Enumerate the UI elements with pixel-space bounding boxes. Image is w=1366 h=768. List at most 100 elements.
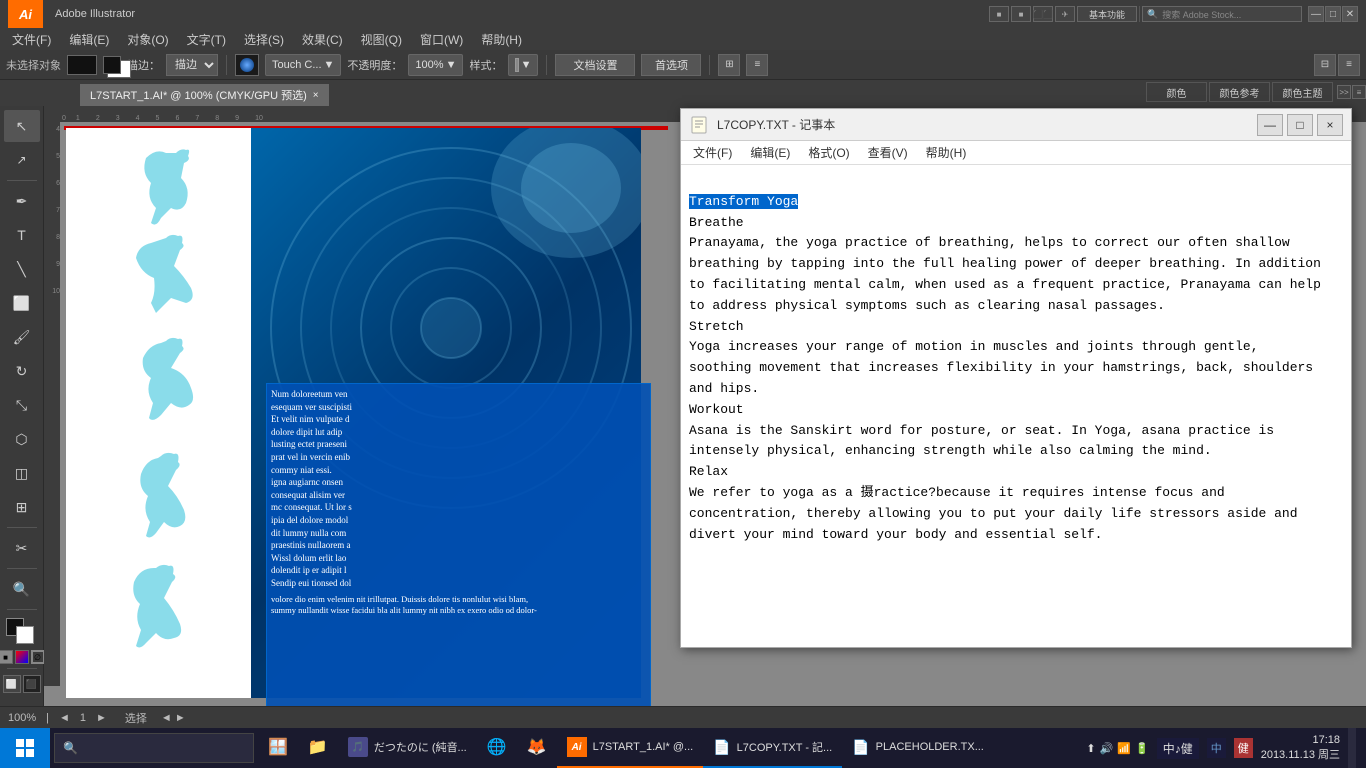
notepad-controls: — □ × — [1257, 114, 1343, 136]
doc-settings-btn[interactable]: 文档设置 — [555, 54, 635, 76]
color-swatches[interactable] — [6, 618, 38, 646]
taskbar-item-firefox[interactable]: 🦊 — [517, 728, 557, 768]
color-panel-btn[interactable]: 颜色 — [1146, 82, 1207, 102]
tool-mesh[interactable]: ⊞ — [4, 491, 40, 523]
tool-direct-select[interactable]: ↗ — [4, 144, 40, 176]
stroke-control[interactable] — [103, 56, 121, 74]
text-line-10: mc consequat. Ut lor s — [271, 501, 646, 514]
normal-mode-btn[interactable]: ⬜ — [3, 675, 21, 693]
tray-icon-4[interactable]: 🔋 — [1135, 742, 1149, 755]
align-icon[interactable]: ≡ — [746, 54, 768, 76]
menu-file[interactable]: 文件(F) — [4, 29, 59, 50]
tool-paintbrush[interactable]: 🖌 — [4, 321, 40, 353]
plugin-icon-2[interactable]: ■ — [1011, 6, 1031, 22]
fill-none-btn[interactable]: ∅ — [31, 650, 45, 664]
panels-menu[interactable]: ≡ — [1352, 85, 1366, 99]
text-box-content: Num doloreetum ven esequam ver suscipist… — [267, 384, 650, 621]
tool-blend[interactable]: ⬡ — [4, 423, 40, 455]
fill-color-btn[interactable]: ■ — [0, 650, 13, 664]
color-theme-panel-btn[interactable]: 颜色主题 — [1272, 82, 1333, 102]
taskbar-item-ie[interactable]: 🌐 — [477, 728, 517, 768]
arrange-icon[interactable]: ⊞ — [718, 54, 740, 76]
color-ref-panel-btn[interactable]: 颜色参考 — [1209, 82, 1270, 102]
restore-btn[interactable]: □ — [1325, 6, 1341, 22]
menu-effect[interactable]: 效果(C) — [294, 29, 351, 50]
tool-sep-5 — [7, 668, 37, 669]
style-control[interactable]: ▼ — [508, 54, 538, 76]
style-label: 样式： — [469, 57, 502, 73]
panels-expand[interactable]: >> — [1337, 85, 1351, 99]
plugin-icon-1[interactable]: ■ — [989, 6, 1009, 22]
screen-mode-btn[interactable]: ⬛ — [23, 675, 41, 693]
tool-pen[interactable]: ✒ — [4, 185, 40, 217]
tab-close-btn[interactable]: × — [313, 90, 319, 101]
menu-help[interactable]: 帮助(H) — [473, 29, 530, 50]
taskbar-item-cortana[interactable]: 🪟 — [258, 728, 298, 768]
minimize-btn[interactable]: — — [1308, 6, 1324, 22]
toggle-icon-1[interactable]: ⊟ — [1314, 54, 1336, 76]
tool-rotate[interactable]: ↻ — [4, 355, 40, 387]
tool-zoom[interactable]: 🔍 — [4, 573, 40, 605]
taskbar-item-illustrator[interactable]: Ai L7START_1.AI* @... — [557, 728, 704, 768]
pranayama-text: Pranayama, the yoga practice of breathin… — [689, 235, 1321, 312]
ai-titlebar: Ai Adobe Illustrator ■ ■ ⬛⬛ ✈ 基本功能 🔍 搜索 … — [0, 0, 1366, 28]
menu-view[interactable]: 视图(Q) — [353, 29, 410, 50]
nav-next[interactable]: ► — [96, 712, 107, 724]
taskbar-item-notepad-l7[interactable]: 📄 L7COPY.TXT - 記... — [703, 728, 842, 768]
stroke-select[interactable]: 描边 — [166, 54, 218, 76]
menu-window[interactable]: 窗口(W) — [412, 29, 471, 50]
ime-mode[interactable]: 健 — [1234, 738, 1253, 758]
ime-lang[interactable]: 中 — [1207, 738, 1226, 758]
tool-rect[interactable]: ⬜ — [4, 287, 40, 319]
plugin-icon-4[interactable]: ✈ — [1055, 6, 1075, 22]
ime-indicator[interactable]: 中♪健 — [1157, 738, 1199, 759]
close-btn[interactable]: ✕ — [1342, 6, 1358, 22]
notepad-menu-edit[interactable]: 编辑(E) — [742, 142, 798, 163]
notepad-menu-format[interactable]: 格式(O) — [800, 142, 857, 163]
menu-edit[interactable]: 编辑(E) — [61, 29, 117, 50]
tray-icon-1[interactable]: ⬆ — [1086, 742, 1095, 755]
tool-select[interactable]: ↖ — [4, 110, 40, 142]
menu-object[interactable]: 对象(O) — [119, 29, 176, 50]
tray-icon-3[interactable]: 📶 — [1117, 742, 1131, 755]
taskbar-item-music[interactable]: 🎵 だつたのに (純音... — [338, 728, 477, 768]
nav-arrows[interactable]: ◄ ► — [161, 712, 186, 724]
notepad-content[interactable]: Transform Yoga Breathe Pranayama, the yo… — [681, 165, 1351, 647]
tool-type[interactable]: T — [4, 219, 40, 251]
menu-select[interactable]: 选择(S) — [236, 29, 292, 50]
text-box-overlay[interactable]: Num doloreetum ven esequam ver suscipist… — [266, 383, 651, 706]
notepad-menu-file[interactable]: 文件(F) — [685, 142, 740, 163]
fill-gradient-btn[interactable] — [15, 650, 29, 664]
page-num: 1 — [80, 712, 86, 724]
system-clock[interactable]: 17:18 2013.11.13 周三 — [1261, 734, 1340, 762]
touch-control[interactable]: Touch C... ▼ — [265, 54, 341, 76]
opacity-value[interactable]: 100% ▼ — [408, 54, 463, 76]
view-mode-btns: ⬜ ⬛ — [3, 675, 41, 693]
function-label[interactable]: 基本功能 — [1077, 6, 1137, 22]
notepad-menu-help[interactable]: 帮助(H) — [918, 142, 975, 163]
notepad-minimize-btn[interactable]: — — [1257, 114, 1283, 136]
stock-search[interactable]: 🔍 搜索 Adobe Stock... — [1142, 6, 1302, 22]
notepad-maximize-btn[interactable]: □ — [1287, 114, 1313, 136]
preferences-btn[interactable]: 首选项 — [641, 54, 701, 76]
tray-icon-2[interactable]: 🔊 — [1100, 742, 1114, 755]
taskbar-item-explorer[interactable]: 📁 — [298, 728, 338, 768]
tool-line[interactable]: ╲ — [4, 253, 40, 285]
notepad-menu-view[interactable]: 查看(V) — [860, 142, 916, 163]
start-button[interactable] — [0, 728, 50, 768]
notepad-close-btn[interactable]: × — [1317, 114, 1343, 136]
show-desktop-btn[interactable] — [1348, 728, 1356, 768]
fill-color[interactable] — [67, 55, 97, 75]
tool-scale[interactable]: ⤡ — [4, 389, 40, 421]
toggle-icon-2[interactable]: ≡ — [1338, 54, 1360, 76]
taskbar-item-notepad-ph[interactable]: 📄 PLACEHOLDER.TX... — [842, 728, 994, 768]
tool-scissors[interactable]: ✂ — [4, 532, 40, 564]
color-swatch[interactable] — [235, 54, 259, 76]
tool-gradient[interactable]: ◫ — [4, 457, 40, 489]
document-tab[interactable]: L7START_1.AI* @ 100% (CMYK/GPU 预选) × — [80, 84, 329, 106]
taskbar: 🔍 🪟 📁 🎵 だつたのに (純音... 🌐 🦊 Ai L7START_1.AI… — [0, 728, 1366, 768]
nav-prev[interactable]: ◄ — [59, 712, 70, 724]
menu-text[interactable]: 文字(T) — [179, 29, 234, 50]
taskbar-search[interactable]: 🔍 — [54, 733, 254, 763]
plugin-icon-3[interactable]: ⬛⬛ — [1033, 6, 1053, 22]
